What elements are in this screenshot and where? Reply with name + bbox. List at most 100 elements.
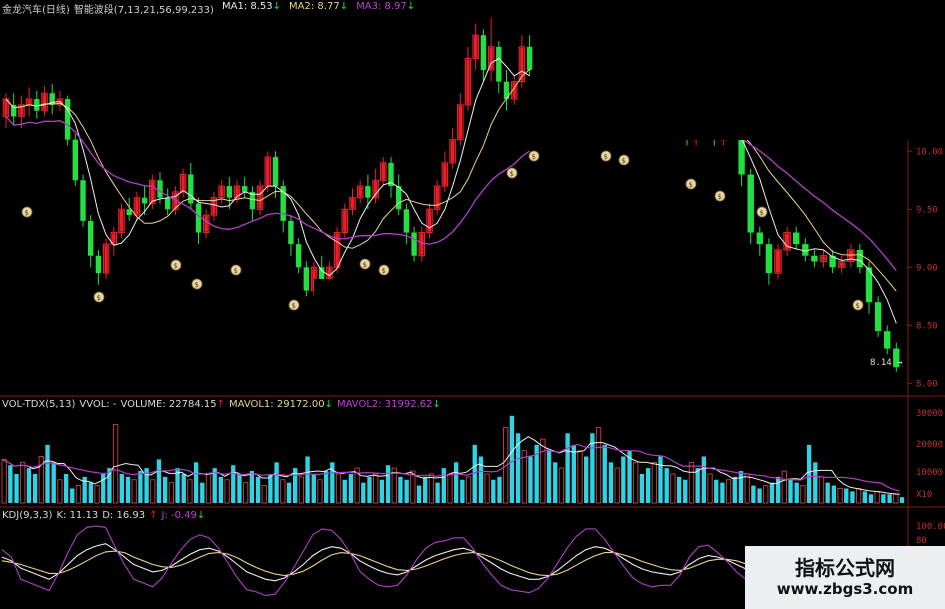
volume-bar <box>781 470 787 504</box>
volume-bar <box>868 494 874 503</box>
candle-fill <box>181 175 185 191</box>
volume-bar <box>565 433 570 503</box>
volume-bar <box>595 426 602 504</box>
candle-right-body <box>747 174 754 233</box>
volume-bar <box>8 465 13 503</box>
price-tick-label: 9.00 <box>916 263 938 273</box>
candle-right-fill <box>839 262 844 267</box>
volume-bar <box>521 450 527 504</box>
volume-bar <box>249 471 255 503</box>
candle-right-body <box>765 244 773 274</box>
volume-bar <box>156 459 162 503</box>
ma2-value: MA2: 8.77 <box>289 1 340 12</box>
volume-bar <box>608 462 614 503</box>
candle-fill <box>420 233 424 255</box>
stock-chart-window: 10.5010.009.509.008.508.00$$$$$$$$$$$$$$… <box>0 0 945 609</box>
candle-fill <box>443 163 447 186</box>
candle-fill <box>458 105 462 139</box>
candle-body <box>95 255 102 274</box>
candle-fill <box>381 163 385 180</box>
volume-bar <box>32 473 38 503</box>
volume-bar <box>373 473 379 504</box>
volume-bar <box>744 473 750 504</box>
volume-bar <box>874 490 880 504</box>
volume-bar <box>280 479 286 504</box>
volume-bar <box>237 473 242 503</box>
candle-body <box>72 139 78 181</box>
volume-bar <box>348 473 354 503</box>
candle-fill <box>358 187 362 197</box>
volume-bar <box>639 473 645 503</box>
volume-bar <box>361 482 366 503</box>
volume-bar <box>268 473 273 503</box>
candle-fill <box>42 94 47 110</box>
kdj-name: KDJ(9,3,3) <box>2 510 53 521</box>
kdj-tick-label: 100.00 <box>916 522 945 532</box>
volume-bar <box>311 473 316 503</box>
volume-bar <box>614 467 620 504</box>
candle-body <box>165 197 171 210</box>
d-value: D: 16.93 <box>102 510 146 521</box>
volume-bar <box>540 438 546 504</box>
candle-body <box>480 35 487 71</box>
volume-bar <box>855 487 862 504</box>
volume-bar <box>497 476 502 503</box>
volume-bar <box>893 493 899 504</box>
candle-body <box>242 186 248 192</box>
watermark-title: 指标公式网 <box>795 556 895 580</box>
volume-bar <box>465 476 472 504</box>
ma3-value: MA3: 8.97 <box>356 1 407 12</box>
volume-bar <box>435 482 440 503</box>
volume-bar <box>509 415 515 503</box>
vvol-value: VVOL: - <box>79 399 117 410</box>
volume-bar <box>788 479 793 503</box>
volume-bar <box>472 444 477 503</box>
volume-bar <box>558 467 565 504</box>
candle-body <box>195 203 202 233</box>
volume-value: VOLUME: 22784.15 <box>120 399 217 410</box>
candle-body <box>365 186 371 198</box>
volume-bar <box>162 476 168 503</box>
j-arrow-icon: ↓ <box>196 510 206 521</box>
candle-fill <box>150 181 154 203</box>
volume-bar <box>286 482 292 503</box>
volume-bar <box>423 476 428 503</box>
money-bag-icon-glyph: $ <box>292 302 296 310</box>
volume-bar <box>441 468 446 503</box>
money-bag-icon-glyph: $ <box>622 157 626 165</box>
candle-body <box>157 180 163 198</box>
volume-bar <box>546 450 552 503</box>
price-tick-label: 8.00 <box>916 379 938 389</box>
money-bag-icon-glyph: $ <box>97 294 101 302</box>
volume-bar <box>899 497 905 503</box>
candle-body <box>288 220 294 245</box>
volume-bar <box>26 468 32 503</box>
volume-bar <box>94 485 100 504</box>
volume-bar <box>323 471 329 503</box>
volume-bar <box>119 473 124 503</box>
volume-bar <box>584 456 589 503</box>
kdj-header: KDJ(9,3,3) K: 11.13 D: 16.93 ↑ J: -0.49↓ <box>2 510 209 521</box>
volume-bar <box>231 465 236 503</box>
volume-bar <box>763 485 769 504</box>
volume-bar <box>398 476 403 503</box>
candle-fill <box>450 140 455 162</box>
stock-name: 金龙汽车(日线) <box>2 5 70 16</box>
volume-bar <box>242 482 249 504</box>
volume-bar <box>664 468 669 503</box>
candle-body <box>403 209 410 233</box>
candle-fill <box>112 233 116 244</box>
volume-bar <box>274 462 279 503</box>
volume-bar <box>732 476 737 503</box>
candle-fill <box>4 100 8 116</box>
volume-bar <box>70 488 75 503</box>
ma2-arrow-icon: ↓ <box>339 1 349 12</box>
volume-bar <box>20 461 26 504</box>
volume-bar <box>51 462 56 503</box>
indicator-name: 智能波段(7,13,21,56,99,233) <box>73 5 214 16</box>
candle-body <box>272 157 279 187</box>
volume-tick-label: 20000 <box>916 440 943 450</box>
volume-tick-label: 30000 <box>916 409 943 419</box>
volume-bar <box>751 485 756 503</box>
candle-fill <box>119 210 124 232</box>
